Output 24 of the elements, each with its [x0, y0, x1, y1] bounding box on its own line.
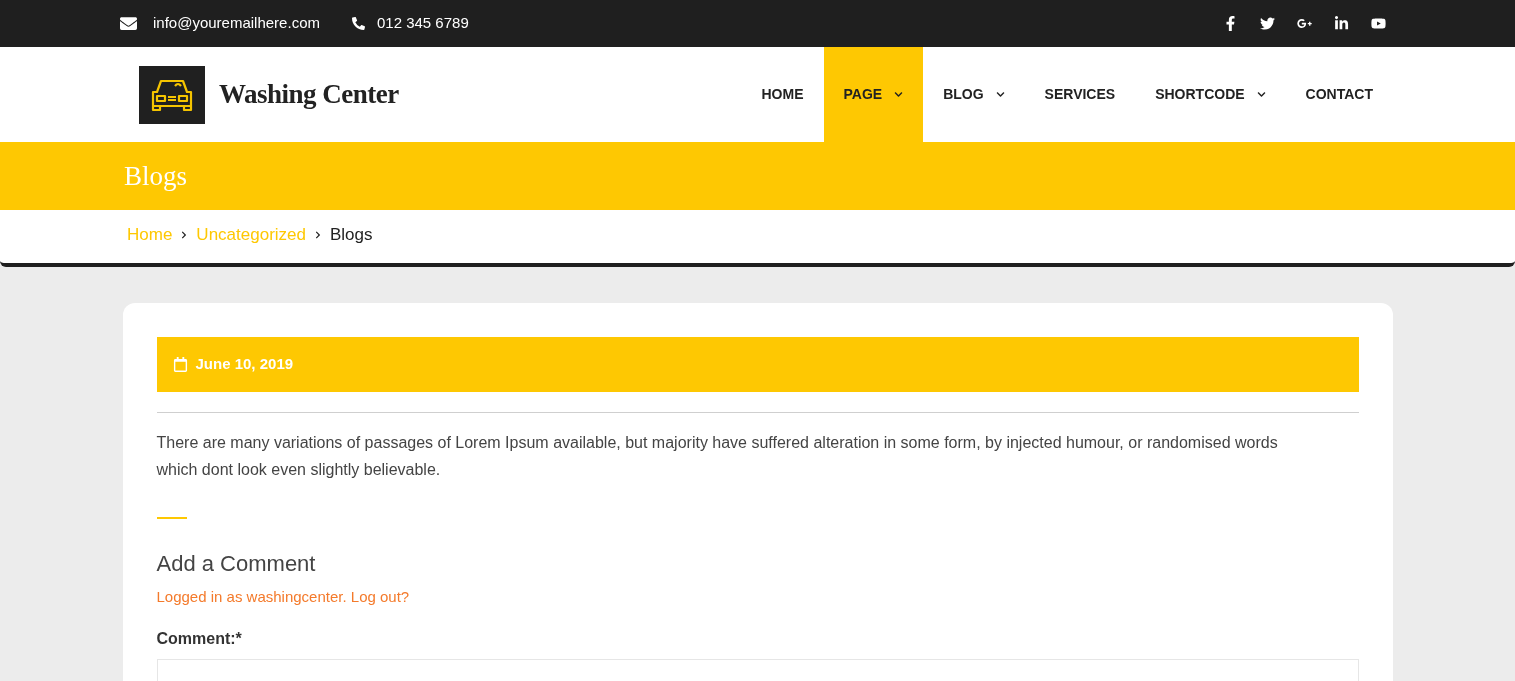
email-address[interactable]: info@youremailhere.com	[153, 12, 320, 35]
car-icon	[149, 77, 195, 112]
facebook-icon[interactable]	[1223, 16, 1238, 31]
nav-item[interactable]: PAGE	[823, 47, 924, 142]
login-status: Logged in as washingcenter. Log out?	[156, 587, 411, 607]
linkedin-icon[interactable]	[1334, 16, 1349, 31]
phone-icon	[351, 17, 365, 30]
chevron-icon	[180, 230, 189, 239]
chevron-icon	[314, 230, 322, 239]
email-icon	[120, 15, 137, 32]
breadcrumb-current: Blogs	[330, 223, 373, 246]
post-date: June 10, 2019	[195, 354, 294, 375]
google-plus-icon[interactable]	[1297, 16, 1312, 31]
page-title: Blogs	[124, 159, 188, 193]
post-body: There are many variations of passages of Lorem Ipsum available, but majority have suffered alteration in some form, by injected humour, or randomised words which dont look even slightly believable.	[156, 433, 1279, 480]
calendar-icon	[172, 357, 188, 372]
youtube-icon[interactable]	[1371, 16, 1386, 31]
accent-rule	[156, 517, 187, 519]
phone-number[interactable]: 012 345 6789	[376, 12, 469, 35]
comment-heading: Add a Comment	[156, 550, 317, 578]
twitter-icon[interactable]	[1260, 16, 1275, 31]
logo-tile[interactable]	[139, 65, 205, 124]
field-label: Comment:*	[156, 628, 243, 649]
brand-name[interactable]: Washing Center	[219, 74, 399, 115]
